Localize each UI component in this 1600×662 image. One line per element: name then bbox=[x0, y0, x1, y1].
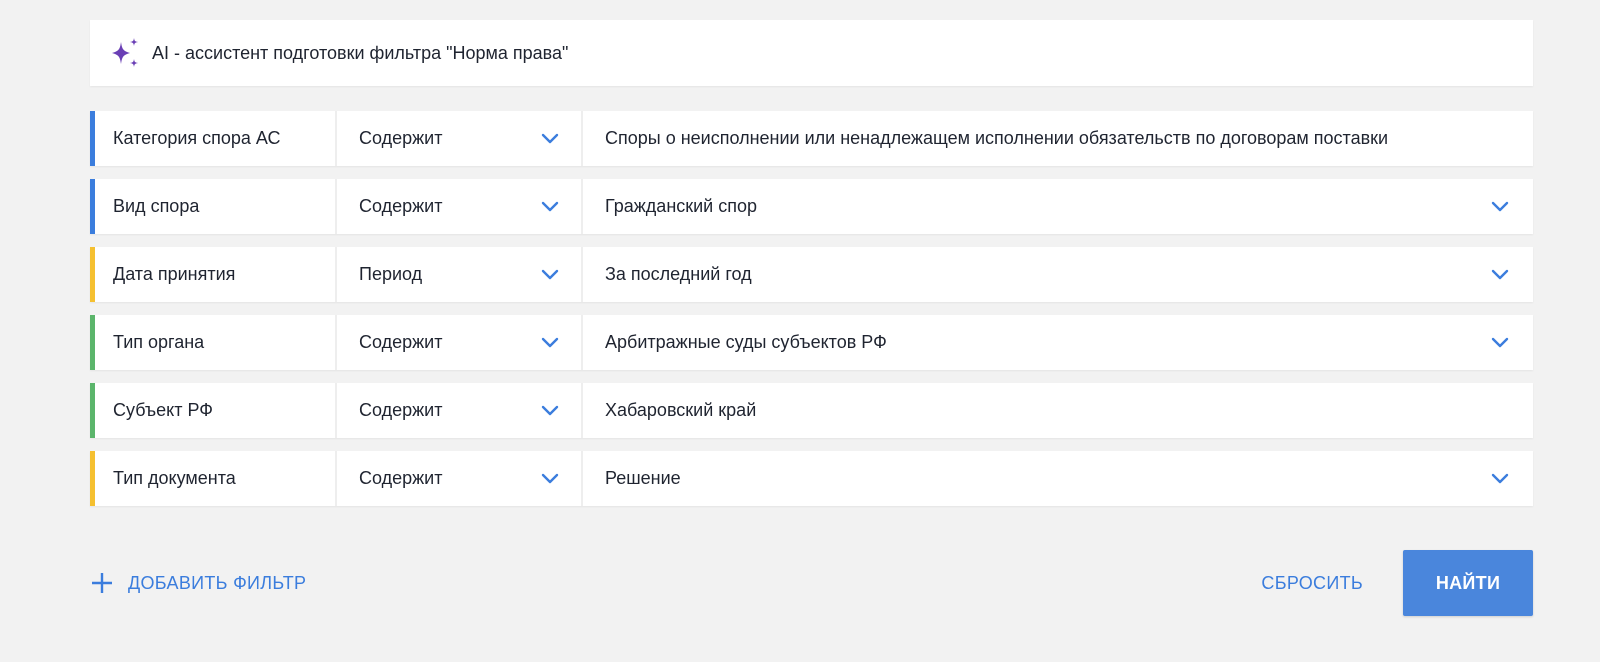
filter-panel: AI - ассистент подготовки фильтра "Норма… bbox=[0, 0, 1600, 662]
filter-operator-label: Содержит bbox=[359, 196, 443, 216]
filter-field-name: Субъект РФ bbox=[95, 383, 337, 438]
filter-value-field[interactable]: Хабаровский край bbox=[583, 383, 1533, 438]
filter-value-label: За последний год bbox=[605, 264, 752, 284]
chevron-down-icon[interactable] bbox=[541, 266, 559, 284]
filter-row: Субъект РФ Содержит Хабаровский край bbox=[90, 383, 1533, 438]
filter-operator-select[interactable]: Период bbox=[337, 247, 583, 302]
filter-row: Дата принятия Период За последний год bbox=[90, 247, 1533, 302]
filter-value-field[interactable]: Споры о неисполнении или ненадлежащем ис… bbox=[583, 111, 1533, 166]
filter-field-name: Дата принятия bbox=[95, 247, 337, 302]
filter-operator-select[interactable]: Содержит bbox=[337, 315, 583, 370]
chevron-down-icon[interactable] bbox=[1491, 266, 1509, 284]
add-filter-label: ДОБАВИТЬ ФИЛЬТР bbox=[128, 572, 307, 593]
ai-assistant-banner[interactable]: AI - ассистент подготовки фильтра "Норма… bbox=[90, 20, 1533, 86]
filter-operator-label: Содержит bbox=[359, 332, 443, 352]
add-filter-button[interactable]: ДОБАВИТЬ ФИЛЬТР bbox=[90, 550, 306, 616]
filter-field-name: Тип органа bbox=[95, 315, 337, 370]
chevron-down-icon[interactable] bbox=[1491, 470, 1509, 488]
filter-row: Тип документа Содержит Решение bbox=[90, 451, 1533, 506]
chevron-down-icon[interactable] bbox=[1491, 198, 1509, 216]
chevron-down-icon[interactable] bbox=[541, 334, 559, 352]
filter-operator-label: Содержит bbox=[359, 128, 443, 148]
find-button[interactable]: НАЙТИ bbox=[1403, 550, 1533, 616]
filter-value-label: Хабаровский край bbox=[605, 400, 757, 420]
filter-row: Тип органа Содержит Арбитражные суды субъе… bbox=[90, 315, 1533, 370]
filter-operator-label: Период bbox=[359, 264, 423, 284]
chevron-down-icon[interactable] bbox=[541, 402, 559, 420]
filter-value-select[interactable]: Решение bbox=[583, 451, 1533, 506]
filter-operator-label: Содержит bbox=[359, 468, 443, 488]
filter-value-label: Гражданский спор bbox=[605, 196, 758, 216]
filter-field-name: Тип документа bbox=[95, 451, 337, 506]
filter-value-label: Решение bbox=[605, 468, 681, 488]
filter-actions: ДОБАВИТЬ ФИЛЬТР СБРОСИТЬ НАЙТИ bbox=[90, 550, 1533, 616]
filter-value-select[interactable]: Гражданский спор bbox=[583, 179, 1533, 234]
filter-field-name: Категория спора АС bbox=[95, 111, 337, 166]
filter-operator-label: Содержит bbox=[359, 400, 443, 420]
filter-value-select[interactable]: Арбитражные суды субъектов РФ bbox=[583, 315, 1533, 370]
filter-operator-select[interactable]: Содержит bbox=[337, 179, 583, 234]
filter-list: Категория спора АС Содержит Споры о неиспо… bbox=[90, 111, 1533, 519]
filter-row: Вид спора Содержит Гражданский спор bbox=[90, 179, 1533, 234]
filter-row: Категория спора АС Содержит Споры о неиспо… bbox=[90, 111, 1533, 166]
chevron-down-icon[interactable] bbox=[541, 130, 559, 148]
ai-assistant-title: AI - ассистент подготовки фильтра "Норма… bbox=[152, 42, 569, 63]
filter-value-label: Арбитражные суды субъектов РФ bbox=[605, 332, 887, 352]
filter-operator-select[interactable]: Содержит bbox=[337, 383, 583, 438]
filter-value-label: Споры о неисполнении или ненадлежащем ис… bbox=[605, 128, 1389, 148]
chevron-down-icon[interactable] bbox=[541, 470, 559, 488]
filter-operator-select[interactable]: Содержит bbox=[337, 451, 583, 506]
reset-button[interactable]: СБРОСИТЬ bbox=[1255, 550, 1369, 616]
plus-icon bbox=[90, 571, 114, 595]
chevron-down-icon[interactable] bbox=[541, 198, 559, 216]
sparkle-icon bbox=[108, 36, 142, 70]
filter-field-name: Вид спора bbox=[95, 179, 337, 234]
filter-operator-select[interactable]: Содержит bbox=[337, 111, 583, 166]
filter-value-select[interactable]: За последний год bbox=[583, 247, 1533, 302]
chevron-down-icon[interactable] bbox=[1491, 334, 1509, 352]
